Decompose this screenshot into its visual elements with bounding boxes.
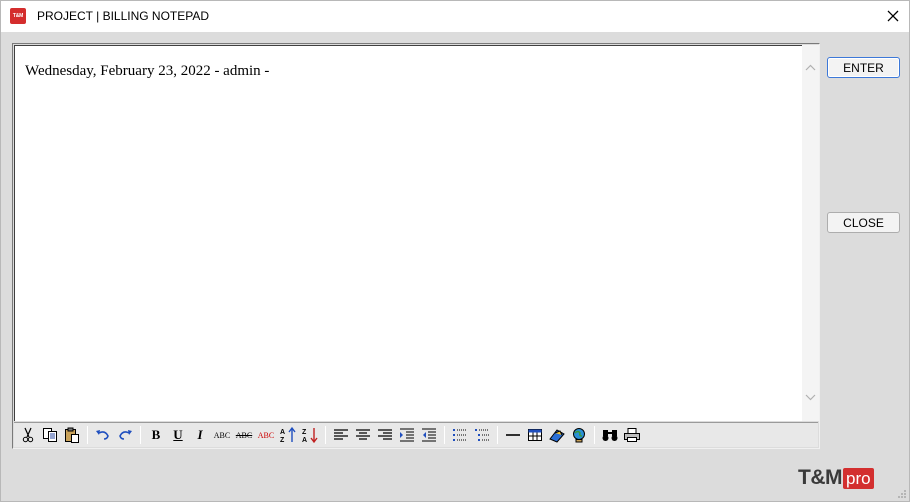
find-button[interactable]: [599, 424, 621, 446]
paste-button[interactable]: [61, 424, 83, 446]
toolbar-separator: [325, 426, 326, 444]
font-color-button[interactable]: ABC: [255, 424, 277, 446]
redo-button[interactable]: [114, 424, 136, 446]
bullet-list-icon: [453, 429, 467, 441]
font-color-icon: ABC: [257, 430, 275, 440]
toolbar-separator: [444, 426, 445, 444]
align-right-icon: [378, 429, 392, 440]
svg-text:A: A: [302, 437, 307, 444]
print-icon: [624, 428, 640, 442]
window-title: PROJECT | BILLING NOTEPAD: [37, 9, 210, 23]
close-icon: [887, 10, 899, 22]
sort-descending-button[interactable]: ZA: [299, 424, 321, 446]
indent-icon: [400, 428, 414, 442]
outdent-icon: [422, 428, 436, 442]
enter-button[interactable]: ENTER: [827, 57, 900, 78]
editor-text-area[interactable]: Wednesday, February 23, 2022 - admin -: [14, 45, 802, 421]
bullet-list-button[interactable]: [449, 424, 471, 446]
strikethrough-icon: ABC: [213, 430, 231, 440]
rich-text-editor: Wednesday, February 23, 2022 - admin - B…: [12, 43, 820, 449]
numbered-list-icon: [475, 429, 489, 441]
brand-logo: T&M pro: [798, 466, 874, 490]
scroll-down-arrow[interactable]: [802, 389, 819, 406]
redo-icon: [119, 430, 132, 440]
bold-button[interactable]: B: [145, 424, 167, 446]
sort-descending-icon: ZA: [302, 428, 318, 444]
spellcheck-icon: ABC: [235, 430, 253, 440]
scroll-up-arrow[interactable]: [802, 59, 819, 76]
sort-ascending-icon: AZ: [280, 426, 296, 444]
copy-icon: [43, 428, 57, 442]
italic-icon: I: [197, 427, 203, 442]
logo-main-text: T&M: [798, 466, 843, 489]
svg-text:Z: Z: [280, 437, 285, 444]
underline-button[interactable]: U: [167, 424, 189, 446]
vertical-scrollbar[interactable]: [802, 45, 819, 421]
spellcheck-button[interactable]: ABC: [233, 424, 255, 446]
insert-image-button[interactable]: [546, 424, 568, 446]
align-left-button[interactable]: [330, 424, 352, 446]
align-center-button[interactable]: [352, 424, 374, 446]
hyperlink-button[interactable]: [568, 424, 590, 446]
strikethrough-button[interactable]: ABC: [211, 424, 233, 446]
chevron-up-icon: [805, 64, 816, 71]
title-bar: T&M PROJECT | BILLING NOTEPAD: [1, 1, 909, 32]
toolbar-separator: [594, 426, 595, 444]
logo-accent-text: pro: [843, 467, 874, 489]
insert-image-icon: [549, 429, 565, 443]
toolbar-separator: [87, 426, 88, 444]
underline-icon: U: [173, 427, 183, 442]
find-icon: [602, 430, 618, 441]
indent-button[interactable]: [396, 424, 418, 446]
formatting-toolbar: B U I ABC ABC ABC AZ ZA: [14, 422, 818, 447]
align-center-icon: [356, 429, 370, 440]
close-window-button[interactable]: [881, 5, 905, 27]
chevron-down-icon: [805, 394, 816, 401]
toolbar-separator: [140, 426, 141, 444]
align-right-button[interactable]: [374, 424, 396, 446]
table-button[interactable]: [524, 424, 546, 446]
horizontal-line-button[interactable]: [502, 424, 524, 446]
undo-icon: [96, 430, 109, 440]
table-icon: [528, 429, 542, 441]
svg-text:Z: Z: [302, 429, 307, 436]
numbered-list-button[interactable]: [471, 424, 493, 446]
horizontal-line-icon: [506, 434, 520, 436]
align-left-icon: [334, 429, 348, 440]
undo-button[interactable]: [92, 424, 114, 446]
hyperlink-icon: [573, 428, 585, 443]
cut-button[interactable]: [17, 424, 39, 446]
resize-grip-icon[interactable]: [897, 489, 907, 499]
copy-button[interactable]: [39, 424, 61, 446]
print-button[interactable]: [621, 424, 643, 446]
paste-icon: [65, 427, 79, 443]
outdent-button[interactable]: [418, 424, 440, 446]
sort-ascending-button[interactable]: AZ: [277, 424, 299, 446]
billing-notepad-window: T&M PROJECT | BILLING NOTEPAD Wednesday,…: [0, 0, 910, 502]
editor-content: Wednesday, February 23, 2022 - admin -: [25, 63, 270, 79]
italic-button[interactable]: I: [189, 424, 211, 446]
app-logo-icon: T&M: [10, 8, 26, 24]
bold-icon: B: [151, 427, 161, 442]
close-button[interactable]: CLOSE: [827, 212, 900, 233]
svg-text:A: A: [280, 429, 285, 436]
toolbar-separator: [497, 426, 498, 444]
cut-icon: [22, 427, 34, 443]
